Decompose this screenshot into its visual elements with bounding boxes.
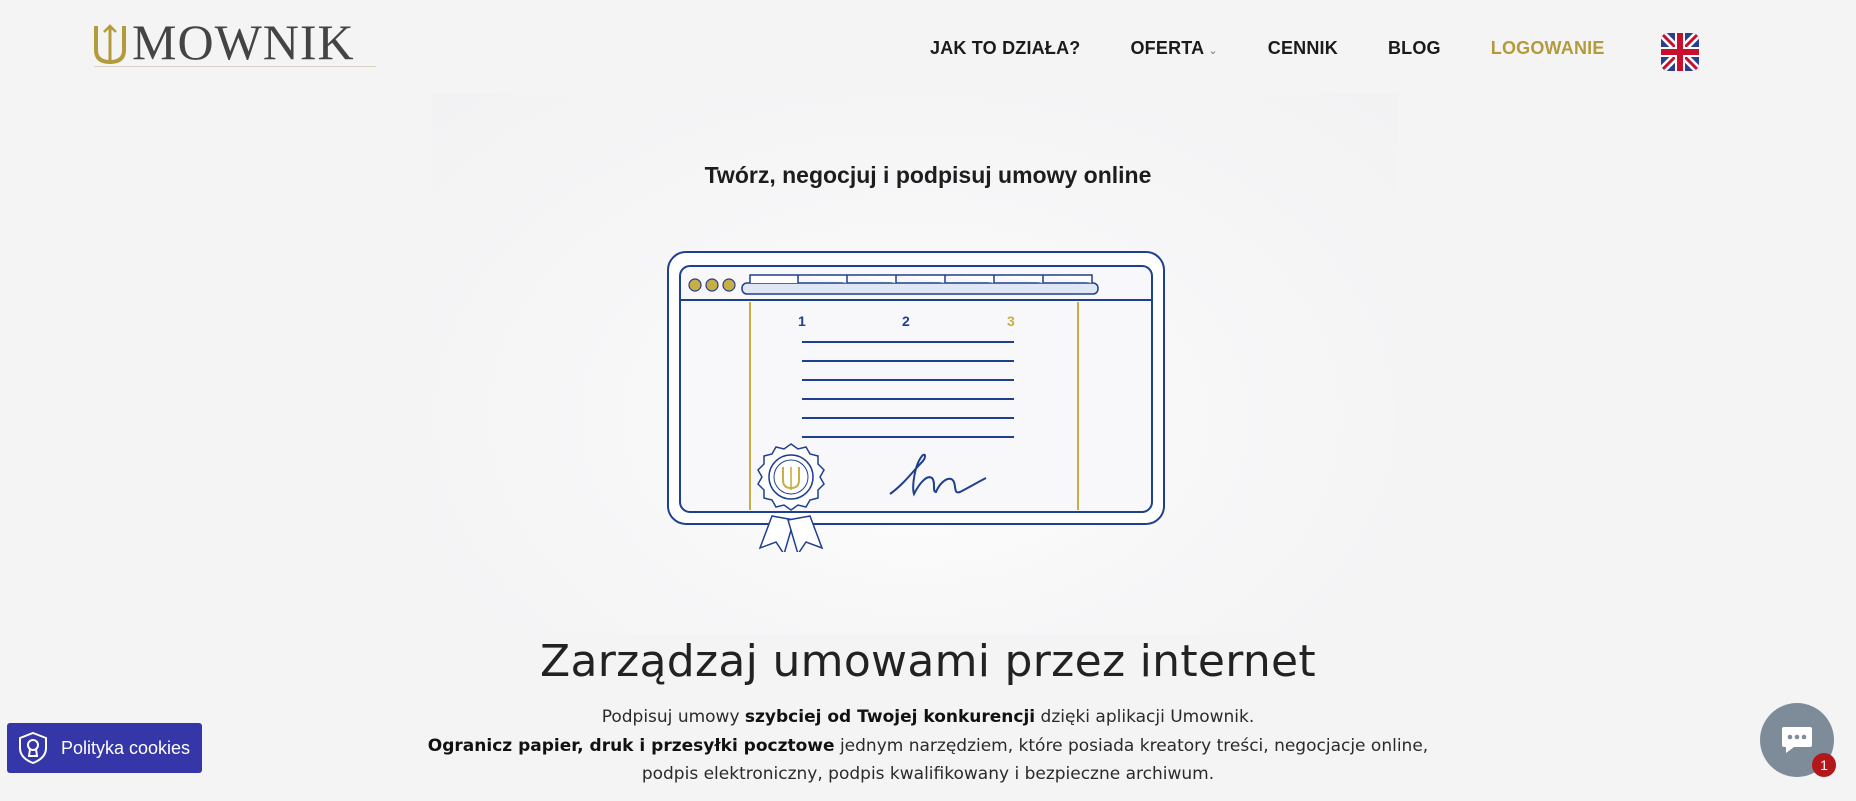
shield-lock-icon xyxy=(19,731,47,765)
logo-underline xyxy=(94,66,376,67)
nav-login[interactable]: LOGOWANIE xyxy=(1491,38,1605,59)
hero-subtext-line-3: podpis elektroniczny, podpis kwalifikowa… xyxy=(641,764,1215,784)
nav-offer-label: OFERTA xyxy=(1130,38,1205,58)
hero-subtext-line-2: Ogranicz papier, druk i przesyłki poczto… xyxy=(0,736,1856,756)
subtext-bold: Ogranicz papier, druk i przesyłki poczto… xyxy=(427,736,835,756)
nav-pricing[interactable]: CENNIK xyxy=(1268,38,1338,59)
subtext-part: Podpisuj umowy xyxy=(601,707,745,727)
hero-subtext-line-1: Podpisuj umowy szybciej od Twojej konkur… xyxy=(0,707,1856,727)
logo-text: MOWNIK xyxy=(132,14,355,70)
step-label: 3 xyxy=(1007,313,1015,329)
cookie-policy-button[interactable]: Polityka cookies xyxy=(7,723,202,773)
nav-blog[interactable]: BLOG xyxy=(1388,38,1441,59)
uk-flag-icon[interactable] xyxy=(1661,33,1699,71)
main-nav: JAK TO DZIAŁA? OFERTA ⌄ CENNIK BLOG LOGOW… xyxy=(930,38,1655,59)
chat-notification-badge: 1 xyxy=(1812,753,1836,777)
step-label: 1 xyxy=(798,313,806,329)
window-dot-icon xyxy=(688,278,702,292)
hero-tagline: Twórz, negocjuj i podpisuj umowy online xyxy=(704,162,1152,188)
chat-button[interactable]: 1 xyxy=(1760,703,1836,777)
window-dot-icon xyxy=(705,278,719,292)
chevron-down-icon: ⌄ xyxy=(1208,45,1218,57)
seal-icon xyxy=(757,443,825,552)
subtext-part: dzięki aplikacji Umownik. xyxy=(1035,707,1255,727)
subtext-bold: szybciej od Twojej konkurencji xyxy=(744,707,1036,727)
umownik-logo[interactable]: MOWNIK xyxy=(92,14,382,70)
umownik-logo-mark-icon xyxy=(94,24,126,65)
site-header: MOWNIK JAK TO DZIAŁA? OFERTA ⌄ CENNIK BLO… xyxy=(0,0,1856,96)
nav-offer[interactable]: OFERTA ⌄ xyxy=(1130,38,1217,59)
contract-illustration: 1 2 3 xyxy=(667,251,1165,552)
step-label: 2 xyxy=(902,313,910,329)
nav-how-it-works[interactable]: JAK TO DZIAŁA? xyxy=(930,38,1080,59)
chat-bubble-icon xyxy=(1782,727,1812,753)
window-dot-icon xyxy=(722,278,736,292)
subtext-part: jednym narzędziem, które posiada kreator… xyxy=(834,736,1429,756)
cookie-policy-label: Polityka cookies xyxy=(61,737,191,758)
hero-headline: Zarządzaj umowami przez internet xyxy=(540,636,1316,687)
